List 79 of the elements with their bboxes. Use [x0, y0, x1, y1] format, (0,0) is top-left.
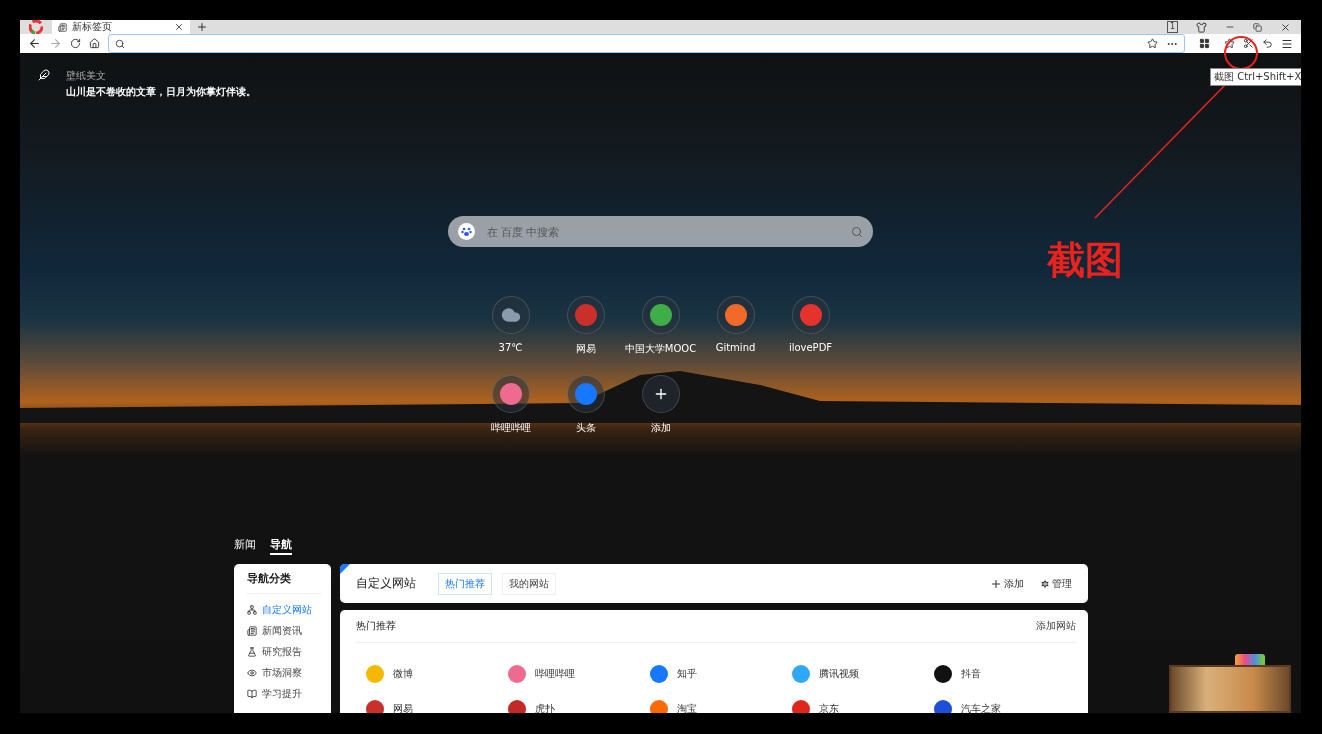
category-icon [246, 646, 257, 657]
tooltip: 截图 Ctrl+Shift+X [1210, 68, 1301, 86]
shortcut-label: 37℃ [498, 342, 523, 353]
shortcut-label: 中国大学MOOC [624, 342, 697, 356]
reload-icon[interactable] [70, 38, 81, 49]
shortcut-label: 添加 [650, 421, 671, 435]
action-button[interactable]: 添加 [989, 576, 1024, 591]
browser-tab[interactable]: 新标签页 [52, 20, 190, 34]
tab-title: 新标签页 [72, 20, 113, 34]
add-icon [989, 577, 1002, 590]
panel-title: 导航分类 [246, 571, 321, 594]
shortcut[interactable]: 网易 [548, 296, 623, 356]
annotation-circle [1224, 36, 1258, 70]
scroll-painting-placeholder[interactable] [1169, 665, 1291, 713]
category-item[interactable]: 自定义网站 [246, 599, 321, 620]
site-link[interactable]: 淘宝 [649, 700, 792, 713]
search-input[interactable]: 在 百度 中搜索 [485, 224, 841, 239]
shortcut[interactable]: 37℃ [473, 296, 548, 356]
section-title: 热门推荐 [355, 619, 396, 633]
shortcut[interactable]: ilovePDF [773, 296, 848, 356]
search-field[interactable]: 在 百度 中搜索 [448, 216, 873, 247]
annotation-label: 截图 [1047, 237, 1123, 284]
shortcut-label: ilovePDF [788, 342, 833, 353]
shortcut-label: Gitmind [715, 342, 756, 353]
category-icon [246, 667, 257, 678]
restore-icon[interactable] [1253, 22, 1262, 32]
shortcut[interactable]: 添加 [623, 375, 698, 435]
add-site-link[interactable]: 添加网站 [1035, 619, 1076, 633]
close-icon[interactable] [1280, 21, 1291, 33]
site-link[interactable]: 哔哩哔哩 [507, 665, 650, 683]
browser-logo [29, 20, 43, 34]
star-icon[interactable] [1224, 38, 1235, 49]
shortcut[interactable]: 中国大学MOOC [623, 296, 698, 356]
shortcut[interactable]: 哔哩哔哩 [473, 375, 548, 435]
site-link[interactable]: 抖音 [933, 665, 1076, 683]
shortcut[interactable]: Gitmind [698, 296, 773, 356]
site-link[interactable]: 腾讯视频 [791, 665, 934, 683]
home-icon[interactable] [89, 38, 100, 49]
quote-source: 壁纸美文 [66, 69, 106, 83]
shirt-icon[interactable] [1196, 21, 1207, 33]
card-title: 自定义网站 [355, 575, 416, 592]
corner-marker [339, 564, 350, 574]
shortcut-label: 网易 [575, 342, 596, 356]
action-button[interactable]: 管理 [1039, 576, 1072, 591]
shortcut-label: 哔哩哔哩 [490, 421, 531, 435]
back-icon[interactable] [28, 37, 41, 50]
feather-icon[interactable] [38, 69, 50, 81]
category-item[interactable]: 市场洞察 [246, 662, 321, 683]
site-link[interactable]: 虎扑 [507, 700, 650, 713]
category-item[interactable]: 学习提升 [246, 683, 321, 704]
apps-icon[interactable] [1199, 38, 1210, 49]
menu-icon[interactable] [1281, 37, 1293, 50]
undo-icon[interactable] [1262, 38, 1273, 49]
category-icon [246, 604, 257, 615]
site-link[interactable]: 微博 [365, 665, 508, 683]
shortcut[interactable]: 头条 [548, 375, 623, 435]
site-link[interactable]: 知乎 [649, 665, 792, 683]
filter-tab[interactable]: 我的网站 [501, 572, 556, 595]
shortcut-label: 头条 [575, 421, 596, 435]
site-link[interactable]: 京东 [791, 700, 934, 713]
site-link[interactable]: 汽车之家 [933, 700, 1076, 713]
scissors-icon[interactable] [1243, 38, 1254, 49]
category-icon [246, 625, 257, 636]
site-link[interactable]: 网易 [365, 700, 508, 713]
paw-icon [458, 223, 475, 240]
search-icon [115, 38, 125, 49]
feed-tab[interactable]: 新闻 [233, 537, 256, 555]
filter-tab[interactable]: 热门推荐 [437, 572, 492, 595]
close-icon[interactable] [174, 22, 184, 32]
category-item[interactable]: 新闻资讯 [246, 620, 321, 641]
category-icon [246, 688, 257, 699]
category-item[interactable]: 研究报告 [246, 641, 321, 662]
tab-count[interactable]: 1 [1167, 21, 1178, 33]
page-icon [58, 22, 67, 32]
quote-text: 山川是不卷收的文章，日月为你掌灯伴读。 [66, 85, 256, 99]
settings-icon [1039, 578, 1050, 589]
star-icon[interactable] [1147, 38, 1158, 49]
feed-tab[interactable]: 导航 [269, 537, 292, 555]
address-field[interactable] [108, 34, 1185, 53]
